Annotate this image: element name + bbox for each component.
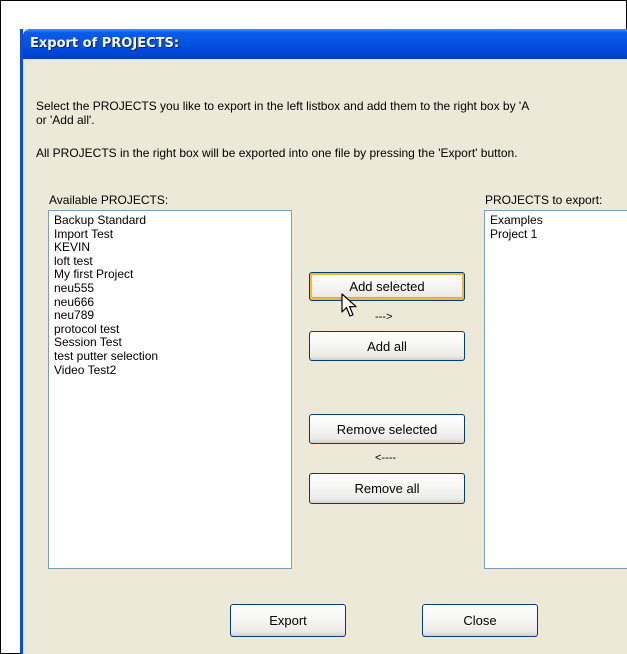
remove-selected-button[interactable]: Remove selected <box>309 414 465 444</box>
list-item[interactable]: My first Project <box>54 268 291 282</box>
add-all-button[interactable]: Add all <box>309 331 465 361</box>
list-item[interactable]: KEVIN <box>54 241 291 255</box>
arrow-cursor-icon <box>341 293 357 317</box>
projects-to-export-listbox[interactable]: Examples Project 1 <box>484 210 627 569</box>
list-item[interactable]: Import Test <box>54 227 291 242</box>
list-item[interactable]: Video Test2 <box>54 363 291 378</box>
list-item[interactable]: neu789 <box>54 309 291 323</box>
close-button[interactable]: Close <box>422 604 538 637</box>
title-bar[interactable]: Export of PROJECTS: <box>23 29 627 59</box>
available-projects-label: Available PROJECTS: <box>49 193 169 207</box>
list-item[interactable]: neu666 <box>54 295 291 310</box>
list-item[interactable]: test putter selection <box>54 349 291 364</box>
remove-all-button[interactable]: Remove all <box>309 473 465 504</box>
list-item[interactable]: Examples <box>490 213 627 228</box>
list-item[interactable]: Project 1 <box>490 227 627 242</box>
instruction-line-1: Select the PROJECTS you like to export i… <box>36 99 530 113</box>
right-arrow-text: ---> <box>375 311 393 323</box>
add-selected-button[interactable]: Add selected <box>309 272 465 301</box>
instruction-line-3: All PROJECTS in the right box will be ex… <box>36 146 518 160</box>
instruction-line-2: or 'Add all'. <box>36 113 95 127</box>
left-arrow-text: <---- <box>375 452 397 464</box>
window-title: Export of PROJECTS: <box>30 36 180 51</box>
list-item[interactable]: loft test <box>54 254 291 269</box>
export-button[interactable]: Export <box>230 604 346 637</box>
list-item[interactable]: Backup Standard <box>54 213 291 228</box>
available-projects-listbox[interactable]: Backup Standard Import Test KEVIN loft t… <box>48 210 292 569</box>
list-item[interactable]: neu555 <box>54 281 291 296</box>
projects-to-export-label: PROJECTS to export: <box>485 193 603 207</box>
list-item[interactable]: protocol test <box>54 322 291 337</box>
list-item[interactable]: Session Test <box>54 336 291 350</box>
